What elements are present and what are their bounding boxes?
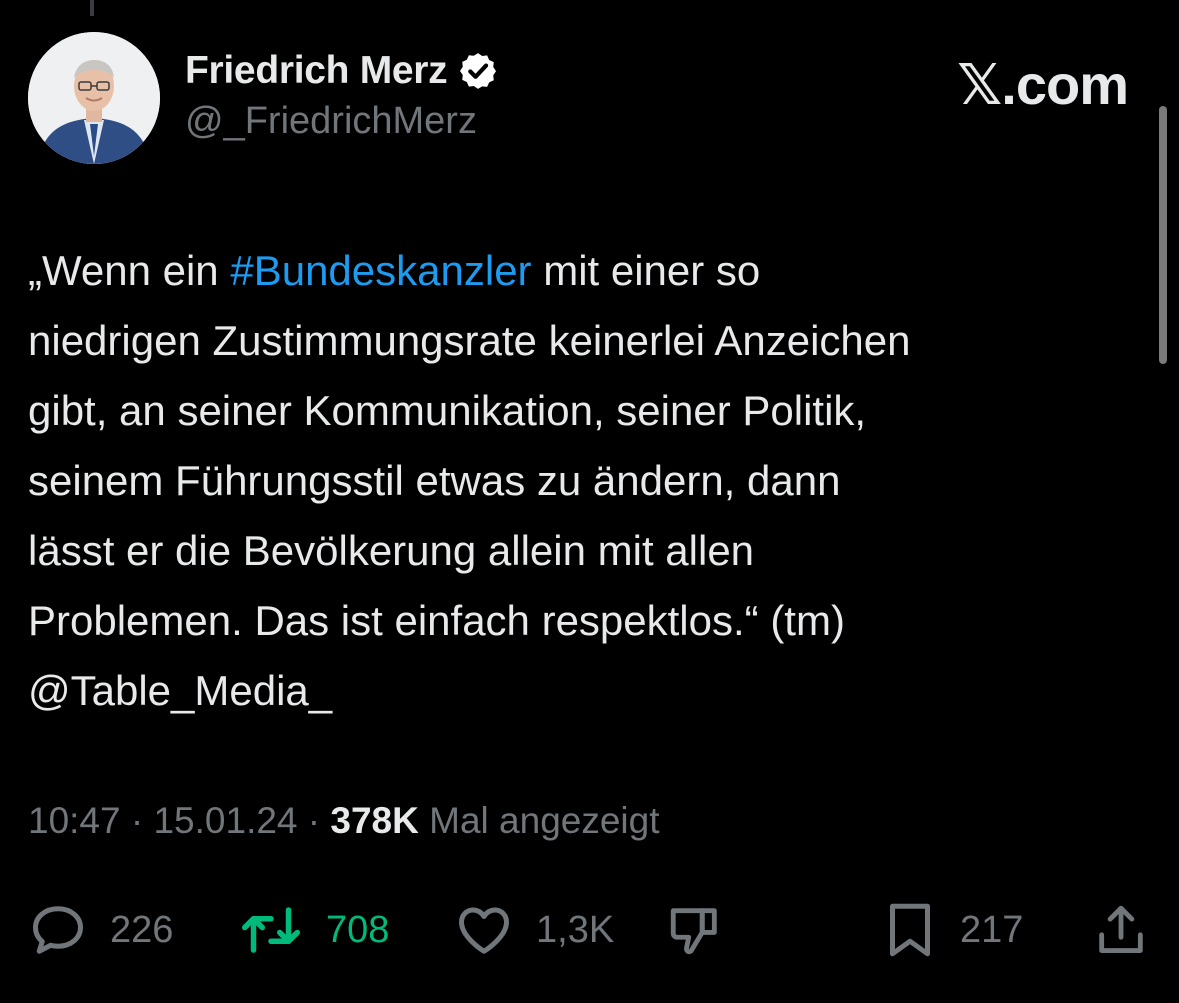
views-count: 378K xyxy=(330,800,419,841)
share-icon xyxy=(1099,905,1143,953)
thread-connector-line xyxy=(90,0,94,16)
tweet-text-segment: „Wenn ein xyxy=(28,247,231,294)
display-name[interactable]: Friedrich Merz xyxy=(185,49,448,93)
tweet-line-4: seinem Führungsstil etwas zu ändern, dan… xyxy=(28,457,841,504)
repost-count: 708 xyxy=(326,908,390,951)
meta-separator: · xyxy=(120,800,154,841)
reply-icon xyxy=(33,906,83,954)
tweet-line-2: niedrigen Zustimmungsrate keinerlei Anze… xyxy=(28,317,911,364)
scrollbar[interactable] xyxy=(1159,106,1167,364)
brand-logo: 𝕏.com xyxy=(957,53,1129,116)
tweet-meta: 10:47 · 15.01.24 · 378K Mal angezeigt xyxy=(28,800,660,842)
like-icon xyxy=(459,907,509,954)
display-name-row: Friedrich Merz xyxy=(185,46,499,96)
tweet-line-1: „Wenn ein #Bundeskanzler mit einer so xyxy=(28,236,1138,306)
tweet-text: „Wenn ein #Bundeskanzler mit einer so ni… xyxy=(28,236,1138,726)
tweet-header: Friedrich Merz @_FriedrichMerz 𝕏.com xyxy=(28,30,1148,166)
like-count: 1,3K xyxy=(536,908,615,951)
bookmark-icon xyxy=(890,903,930,957)
dislike-icon xyxy=(670,908,717,955)
dislike-button[interactable] xyxy=(666,900,724,960)
like-button[interactable]: 1,3K xyxy=(454,900,614,960)
reply-button[interactable]: 226 xyxy=(28,900,173,960)
author-info: Friedrich Merz @_FriedrichMerz xyxy=(185,46,499,143)
bookmark-button[interactable]: 217 xyxy=(882,900,1023,960)
share-button[interactable] xyxy=(1092,900,1150,960)
meta-separator: · xyxy=(297,800,331,841)
action-bar: 226 708 1,3K 217 xyxy=(0,890,1179,970)
repost-button[interactable]: 708 xyxy=(238,900,389,960)
avatar[interactable] xyxy=(28,32,160,164)
tweet-time[interactable]: 10:47 xyxy=(28,800,121,841)
repost-icon xyxy=(242,907,300,953)
verified-badge-icon xyxy=(460,53,497,89)
tweet-text-segment: mit einer so xyxy=(531,247,761,294)
tweet-date[interactable]: 15.01.24 xyxy=(153,800,297,841)
reply-count: 226 xyxy=(110,908,174,951)
bookmark-count: 217 xyxy=(960,908,1024,951)
tweet-line-6: Problemen. Das ist einfach respektlos.“ … xyxy=(28,597,845,644)
mention-link[interactable]: @Table_Media_ xyxy=(28,656,1138,726)
tweet-line-5: lässt er die Bevölkerung allein mit alle… xyxy=(28,527,755,574)
tweet-line-3: gibt, an seiner Kommunikation, seiner Po… xyxy=(28,387,867,434)
author-handle[interactable]: @_FriedrichMerz xyxy=(185,100,499,143)
views-label: Mal angezeigt xyxy=(429,800,660,841)
hashtag-link[interactable]: #Bundeskanzler xyxy=(230,247,531,294)
